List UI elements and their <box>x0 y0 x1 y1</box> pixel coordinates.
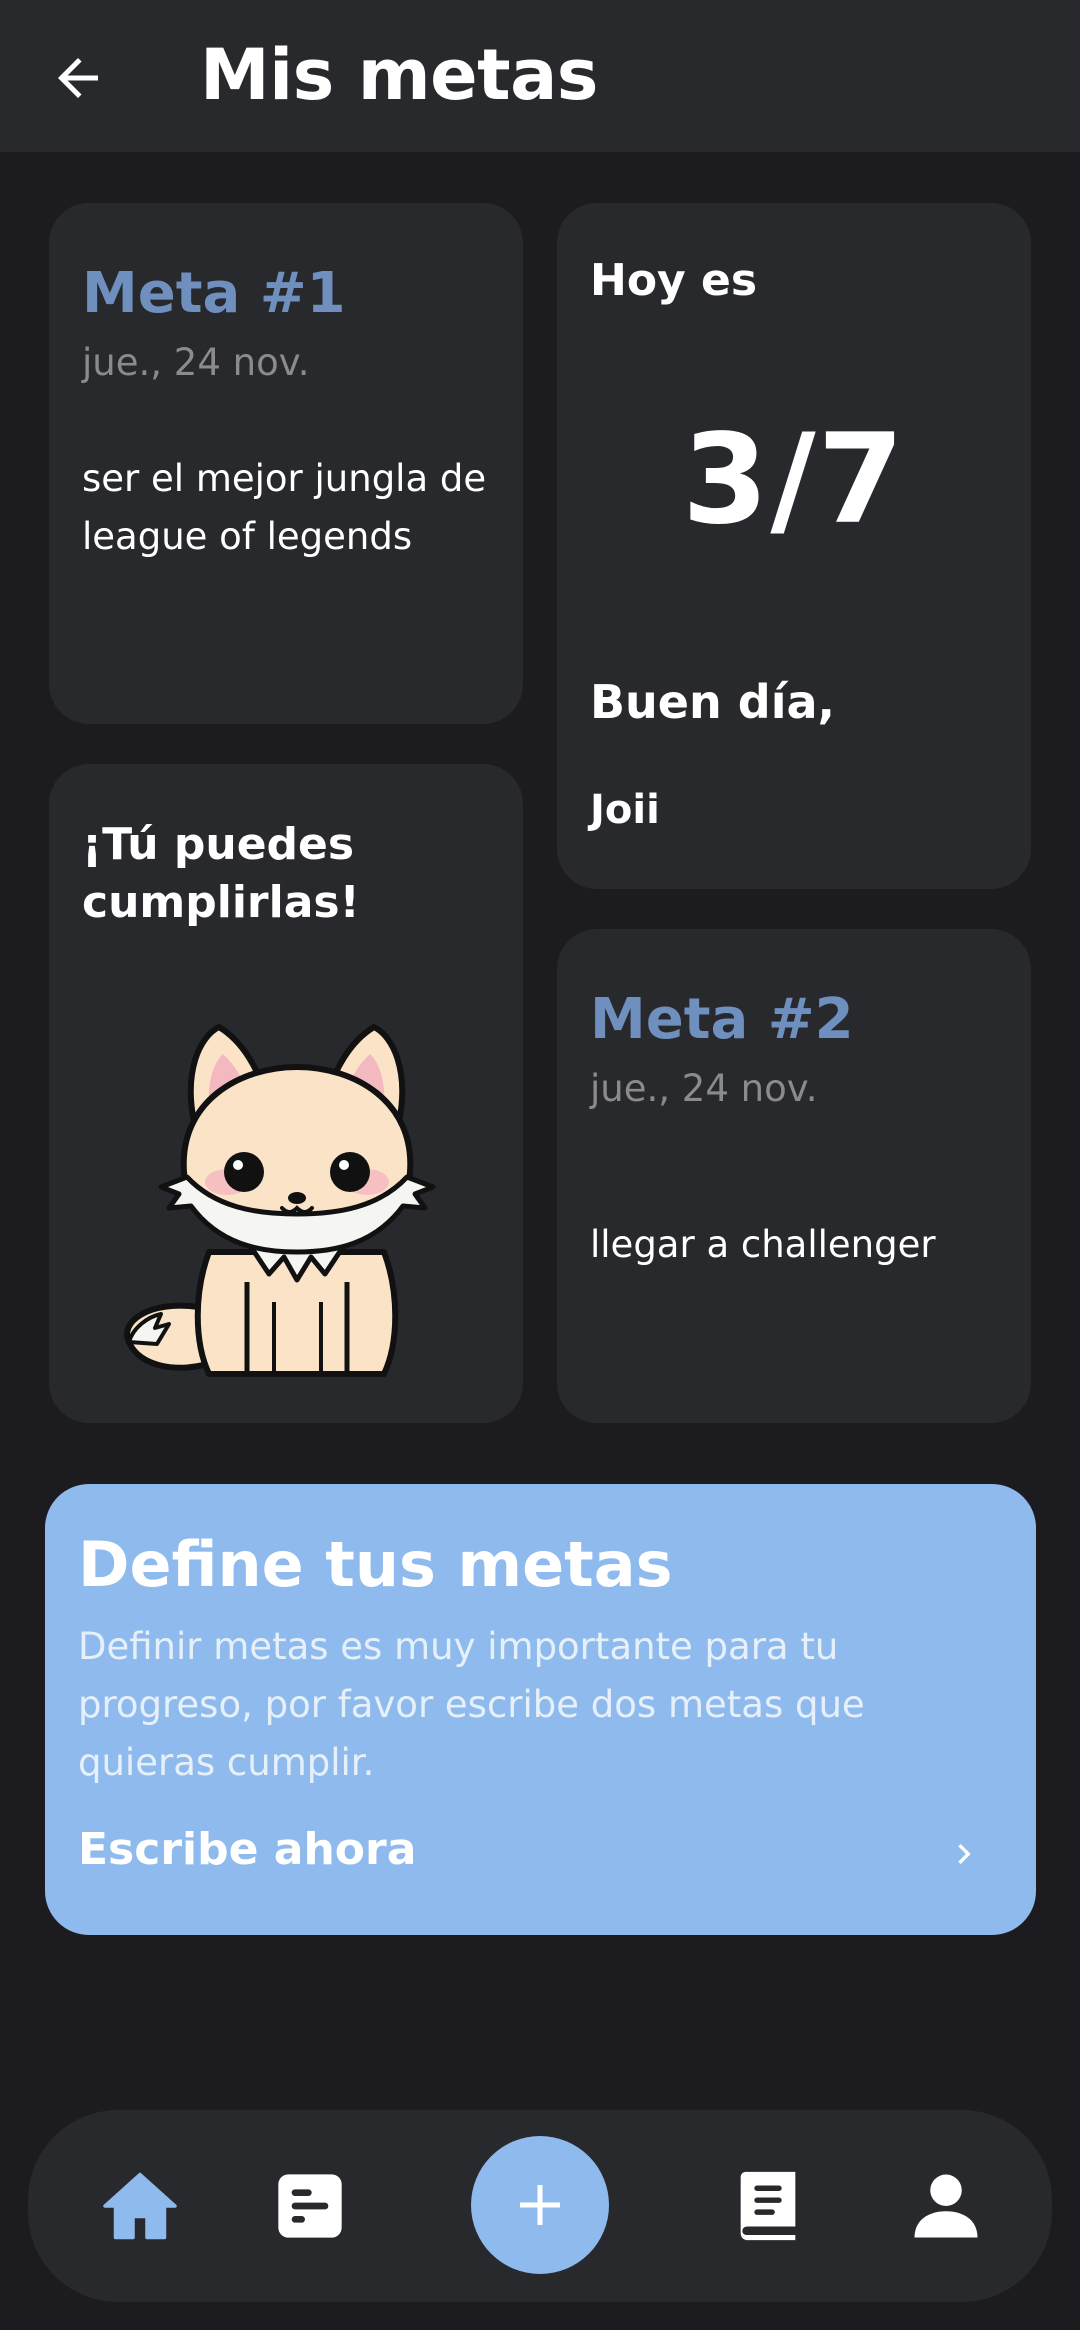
today-label: Hoy es <box>590 255 758 306</box>
today-card: Hoy es 3/7 Buen día, Joii <box>557 203 1031 889</box>
back-button[interactable] <box>40 40 116 116</box>
goal-card-2[interactable]: Meta #2 jue., 24 nov. llegar a challenge… <box>557 929 1031 1423</box>
define-goals-banner[interactable]: Define tus metas Definir metas es muy im… <box>45 1484 1036 1935</box>
greeting: Buen día, <box>590 675 835 729</box>
home-icon <box>103 2172 177 2240</box>
arrow-left-icon <box>58 58 98 98</box>
nav-home-button[interactable] <box>92 2158 188 2254</box>
motivation-card: ¡Tú puedes cumplirlas! <box>49 764 523 1423</box>
goal-card-1[interactable]: Meta #1 jue., 24 nov. ser el mejor jungl… <box>49 203 523 724</box>
motivation-text: ¡Tú puedes cumplirlas! <box>82 819 360 928</box>
app-bar: Mis metas <box>0 0 1080 152</box>
goal-date: jue., 24 nov. <box>82 341 310 384</box>
username: Joii <box>590 787 660 833</box>
day-counter: 3/7 <box>682 408 906 552</box>
nav-profile-button[interactable] <box>898 2158 994 2254</box>
nav-book-button[interactable] <box>720 2158 816 2254</box>
goal-date: jue., 24 nov. <box>590 1067 818 1110</box>
add-icon <box>520 2185 560 2225</box>
banner-title: Define tus metas <box>78 1528 673 1601</box>
add-goal-button[interactable] <box>471 2136 609 2274</box>
book-icon <box>740 2171 796 2241</box>
chevron-right-icon[interactable] <box>942 1824 986 1884</box>
goal-title: Meta #1 <box>82 261 346 326</box>
bottom-navigation <box>28 2110 1052 2302</box>
nav-notes-button[interactable] <box>262 2158 358 2254</box>
page-title: Mis metas <box>200 34 598 116</box>
fox-mascot-illustration <box>124 1024 436 1377</box>
banner-description: Definir metas es muy importante para tu … <box>78 1625 865 1784</box>
notes-icon <box>278 2174 342 2238</box>
goal-text: llegar a challenger <box>590 1223 936 1266</box>
goal-title: Meta #2 <box>590 987 854 1052</box>
profile-icon <box>914 2174 978 2238</box>
goal-text: ser el mejor jungla de league of legends <box>82 457 487 558</box>
write-now-link[interactable]: Escribe ahora <box>78 1824 416 1875</box>
